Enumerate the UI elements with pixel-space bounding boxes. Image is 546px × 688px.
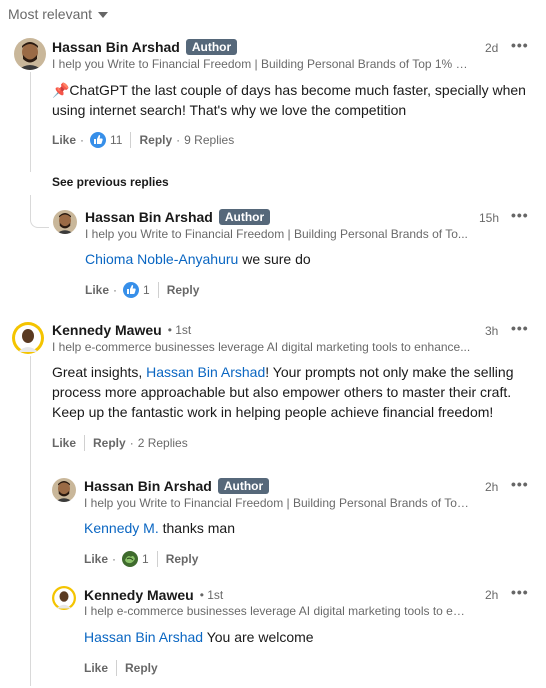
comment-text-body: thanks man	[158, 520, 235, 536]
divider	[156, 551, 158, 567]
commenter-headline: I help you Write to Financial Freedom | …	[84, 496, 469, 510]
separator-dot: ·	[176, 133, 181, 147]
comment-timestamp: 3h	[485, 324, 499, 338]
connection-degree: • 1st	[167, 323, 192, 337]
comment-text: Great insights, Hassan Bin Arshad! Your …	[52, 364, 514, 420]
replies-count[interactable]: 2 Replies	[138, 436, 188, 450]
commenter-name[interactable]: Kennedy Maweu	[52, 322, 162, 338]
avatar[interactable]	[52, 586, 76, 610]
commenter-headline: I help you Write to Financial Freedom | …	[85, 227, 468, 241]
commenter-headline: I help e-commerce businesses leverage AI…	[84, 604, 469, 618]
divider	[157, 282, 159, 298]
mention-link[interactable]: Kennedy M.	[84, 520, 159, 536]
mention-link[interactable]: Chioma Noble-Anyahuru	[85, 251, 238, 267]
comment-timestamp: 15h	[479, 211, 500, 225]
avatar[interactable]	[52, 478, 76, 502]
comment-text: Hassan Bin Arshad You are welcome	[84, 627, 524, 647]
divider	[130, 132, 132, 148]
like-button[interactable]: Like	[52, 436, 76, 450]
author-badge: Author	[185, 39, 238, 55]
comment-text: Kennedy M. thanks man	[84, 518, 524, 538]
thread-line	[30, 72, 31, 172]
thread-line	[30, 356, 31, 686]
see-previous-replies-button[interactable]: See previous replies	[52, 175, 169, 189]
separator-dot: ·	[113, 283, 118, 297]
reply-button[interactable]: Reply	[93, 436, 126, 450]
reply-button[interactable]: Reply	[125, 661, 158, 675]
comment-text-body: we sure do	[238, 251, 311, 267]
more-options-icon[interactable]: •••	[511, 320, 529, 336]
reply-button[interactable]: Reply	[166, 552, 199, 566]
commenter-name[interactable]: Hassan Bin Arshad	[85, 209, 213, 225]
author-badge: Author	[218, 209, 271, 225]
comment-timestamp: 2h	[485, 588, 499, 602]
mention-link[interactable]: Hassan Bin Arshad	[84, 629, 203, 645]
mention-link[interactable]: Hassan Bin Arshad	[146, 364, 265, 380]
more-options-icon[interactable]: •••	[511, 207, 529, 223]
avatar[interactable]	[14, 38, 46, 70]
comment-timestamp: 2h	[485, 480, 499, 494]
reply-button[interactable]: Reply	[139, 133, 172, 147]
separator-dot: ·	[80, 133, 85, 147]
sort-dropdown[interactable]: Most relevant	[8, 6, 109, 22]
replies-count[interactable]: 9 Replies	[184, 133, 234, 147]
more-options-icon[interactable]: •••	[511, 584, 529, 600]
like-button[interactable]: Like	[84, 552, 108, 566]
divider	[116, 660, 118, 676]
like-button[interactable]: Like	[52, 133, 76, 147]
chevron-down-icon	[98, 12, 109, 18]
avatar[interactable]	[53, 210, 77, 234]
like-button[interactable]: Like	[85, 283, 109, 297]
reaction-count[interactable]: 1	[142, 552, 149, 566]
commenter-name[interactable]: Hassan Bin Arshad	[52, 39, 180, 55]
reaction-count[interactable]: 1	[143, 283, 150, 297]
avatar[interactable]	[12, 322, 44, 354]
separator-dot: ·	[112, 552, 117, 566]
separator-dot: ·	[129, 436, 134, 450]
comment-text: 📌ChatGPT the last couple of days has bec…	[52, 82, 526, 118]
commenter-headline: I help you Write to Financial Freedom | …	[52, 57, 472, 71]
connection-degree: • 1st	[199, 588, 224, 602]
comment-text: Chioma Noble-Anyahuru we sure do	[85, 249, 525, 269]
author-badge: Author	[217, 478, 270, 494]
reply-button[interactable]: Reply	[167, 283, 200, 297]
more-options-icon[interactable]: •••	[511, 37, 529, 53]
more-options-icon[interactable]: •••	[511, 476, 529, 492]
thumbs-up-reaction-icon	[90, 132, 107, 148]
commenter-name[interactable]: Hassan Bin Arshad	[84, 478, 212, 494]
sort-label: Most relevant	[8, 6, 93, 22]
reaction-count[interactable]: 11	[110, 133, 122, 147]
commenter-headline: I help e-commerce businesses leverage AI…	[52, 340, 471, 354]
commenter-name[interactable]: Kennedy Maweu	[84, 587, 194, 603]
thumbs-up-reaction-icon	[123, 282, 140, 298]
comment-timestamp: 2d	[485, 41, 499, 55]
comment-text-body: You are welcome	[203, 629, 314, 645]
support-reaction-icon	[122, 551, 139, 567]
thread-connector	[30, 195, 49, 228]
divider	[84, 435, 86, 451]
like-button[interactable]: Like	[84, 661, 108, 675]
